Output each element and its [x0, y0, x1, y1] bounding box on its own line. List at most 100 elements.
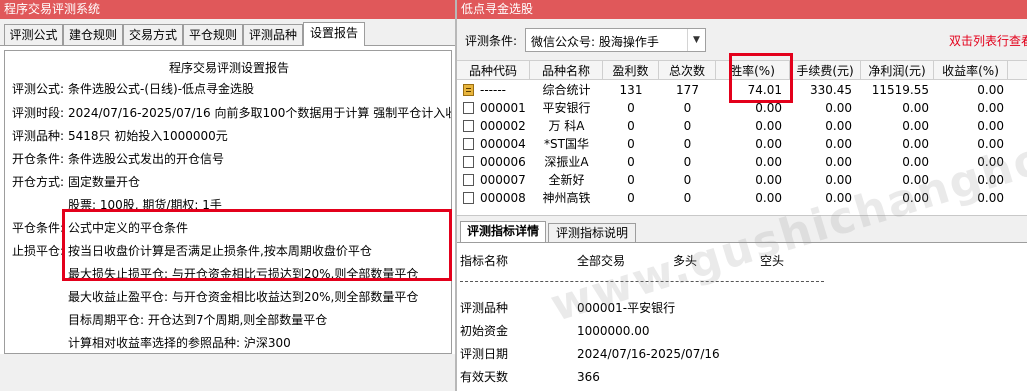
table-row[interactable]: 000004 *ST国华 0 0 0.00 0.00 0.00 0.00	[457, 135, 1027, 153]
checkbox-icon[interactable]	[463, 102, 474, 114]
settings-report-panel: 程序交易评测设置报告 评测公式: 条件选股公式-(日线)-低点寻金选股 评测时段:…	[4, 50, 452, 354]
cell-code: 000001	[480, 101, 526, 115]
detail-row-value: 2024/07/16-2025/07/16	[577, 347, 720, 361]
report-value: 条件选股公式-(日线)-低点寻金选股	[68, 82, 255, 96]
cell-fee: 0.00	[825, 173, 852, 187]
cell-profit-count: 131	[619, 83, 643, 97]
checkbox-icon[interactable]	[463, 120, 474, 132]
tab-instruments[interactable]: 评测品种	[243, 24, 303, 46]
tab-settings-report[interactable]: 设置报告	[303, 22, 365, 46]
cell-net-profit: 0.00	[902, 191, 929, 205]
left-footer	[0, 354, 455, 391]
report-line-instruments: 评测品种: 5418只 初始投入1000000元	[12, 128, 228, 144]
detail-row-value: 000001-平安银行	[577, 301, 676, 315]
cell-name: 神州高铁	[542, 191, 591, 205]
report-label: 开仓方式:	[12, 175, 65, 189]
cell-return-rate: 0.00	[977, 101, 1004, 115]
cell-total: 0	[683, 137, 692, 151]
cell-name: 深振业A	[544, 155, 589, 169]
cell-win-rate: 0.00	[755, 191, 782, 205]
col-net-profit[interactable]: 净利润(元)	[861, 60, 934, 80]
tab-formula[interactable]: 评测公式	[4, 24, 63, 46]
detail-row-name: 有效天数	[460, 370, 509, 384]
tab-trade-method[interactable]: 交易方式	[123, 24, 183, 46]
chevron-down-icon[interactable]: ▼	[687, 29, 705, 51]
left-window-title: 程序交易评测系统	[0, 0, 455, 19]
report-line-period: 评测时段: 2024/07/16-2025/07/16 向前多取100个数据用于计…	[12, 105, 452, 121]
report-label: 评测品种:	[12, 129, 65, 143]
close-rules-highlight	[62, 209, 452, 281]
report-line-max-profit: 最大收益止盈平仓: 与开仓资金相比收益达到20%,则全部数量平仓	[68, 289, 418, 305]
cell-code: 000008	[480, 191, 526, 205]
detail-header-short: 空头	[760, 254, 785, 268]
cell-name: 平安银行	[542, 101, 591, 115]
col-return-rate[interactable]: 收益率(%)	[934, 60, 1008, 80]
checkbox-icon[interactable]	[463, 174, 474, 186]
cell-return-rate: 0.00	[977, 137, 1004, 151]
report-value: 2024/07/16-2025/07/16 向前多取100个数据用于计算 强制平…	[68, 106, 452, 120]
cell-total: 0	[683, 173, 692, 187]
cell-code: ------	[480, 83, 506, 97]
report-line-benchmark: 计算相对收益率选择的参照品种: 沪深300	[68, 335, 291, 351]
detail-header-all: 全部交易	[577, 254, 626, 268]
col-name[interactable]: 品种名称	[530, 60, 603, 80]
cell-name: 全新好	[548, 173, 585, 187]
checkbox-icon[interactable]	[463, 138, 474, 150]
cell-return-rate: 0.00	[977, 173, 1004, 187]
detail-tab-bar: 评测指标详情 评测指标说明	[457, 215, 1027, 243]
cell-fee: 330.45	[810, 83, 852, 97]
tab-indicator-description[interactable]: 评测指标说明	[548, 223, 636, 243]
cell-profit-count: 0	[627, 191, 635, 205]
cell-net-profit: 0.00	[902, 119, 929, 133]
checkbox-icon[interactable]	[463, 192, 474, 204]
table-row[interactable]: 000006 深振业A 0 0 0.00 0.00 0.00 0.00	[457, 153, 1027, 171]
cell-name: 综合统计	[542, 83, 591, 97]
tab-position-rules[interactable]: 建仓规则	[63, 24, 123, 46]
cell-fee: 0.00	[825, 137, 852, 151]
report-label: 平仓条件:	[12, 221, 65, 235]
report-label: 开仓条件:	[12, 152, 65, 166]
col-more[interactable]	[1008, 60, 1027, 80]
tab-indicator-details[interactable]: 评测指标详情	[460, 221, 546, 243]
cell-win-rate: 0.00	[755, 137, 782, 151]
summary-folder-icon	[463, 84, 474, 96]
cell-code: 000006	[480, 155, 526, 169]
cell-return-rate: 0.00	[977, 119, 1004, 133]
col-profit-count[interactable]: 盈利数	[603, 60, 659, 80]
cell-profit-count: 0	[627, 155, 635, 169]
table-row[interactable]: 000007 全新好 0 0 0.00 0.00 0.00 0.00	[457, 171, 1027, 189]
indicator-detail-panel: 指标名称 全部交易 多头 空头 评测品种 000001-平安银行 初始资金 10…	[457, 242, 1027, 391]
col-fee[interactable]: 手续费(元)	[790, 60, 861, 80]
detail-row-name: 评测品种	[460, 301, 509, 315]
report-value: 计算相对收益率选择的参照品种: 沪深300	[68, 336, 291, 350]
detail-row-name: 评测日期	[460, 347, 509, 361]
cell-name: 万 科A	[548, 119, 585, 133]
cell-net-profit: 0.00	[902, 155, 929, 169]
cell-return-rate: 0.00	[977, 191, 1004, 205]
eval-condition-value: 微信公众号: 股海操作手	[531, 35, 659, 49]
cell-code: 000007	[480, 173, 526, 187]
checkbox-icon[interactable]	[463, 156, 474, 168]
report-value: 条件选股公式发出的开仓信号	[68, 152, 225, 166]
col-total[interactable]: 总次数	[659, 60, 716, 80]
cell-win-rate: 0.00	[755, 119, 782, 133]
col-code[interactable]: 品种代码	[457, 60, 530, 80]
detail-header-name: 指标名称	[460, 254, 509, 268]
cell-net-profit: 0.00	[902, 173, 929, 187]
tab-close-rules[interactable]: 平仓规则	[183, 24, 243, 46]
cell-total: 177	[676, 83, 699, 97]
cell-net-profit: 11519.55	[871, 83, 929, 97]
eval-condition-select[interactable]: 微信公众号: 股海操作手 ▼	[525, 28, 706, 52]
right-window-title: 低点寻金选股	[457, 0, 1027, 19]
table-row[interactable]: 000002 万 科A 0 0 0.00 0.00 0.00 0.00	[457, 117, 1027, 135]
cell-profit-count: 0	[627, 173, 635, 187]
tab-divider	[0, 45, 455, 46]
table-row[interactable]: 000008 神州高铁 0 0 0.00 0.00 0.00 0.00	[457, 189, 1027, 207]
eval-condition-label: 评测条件:	[465, 34, 518, 48]
report-value: 最大收益止盈平仓: 与开仓资金相比收益达到20%,则全部数量平仓	[68, 290, 419, 304]
cell-total: 0	[683, 101, 692, 115]
cell-total: 0	[683, 119, 692, 133]
cell-fee: 0.00	[825, 191, 852, 205]
report-value: 目标周期平仓: 开仓达到7个周期,则全部数量平仓	[68, 313, 328, 327]
report-label: 评测时段:	[12, 106, 65, 120]
